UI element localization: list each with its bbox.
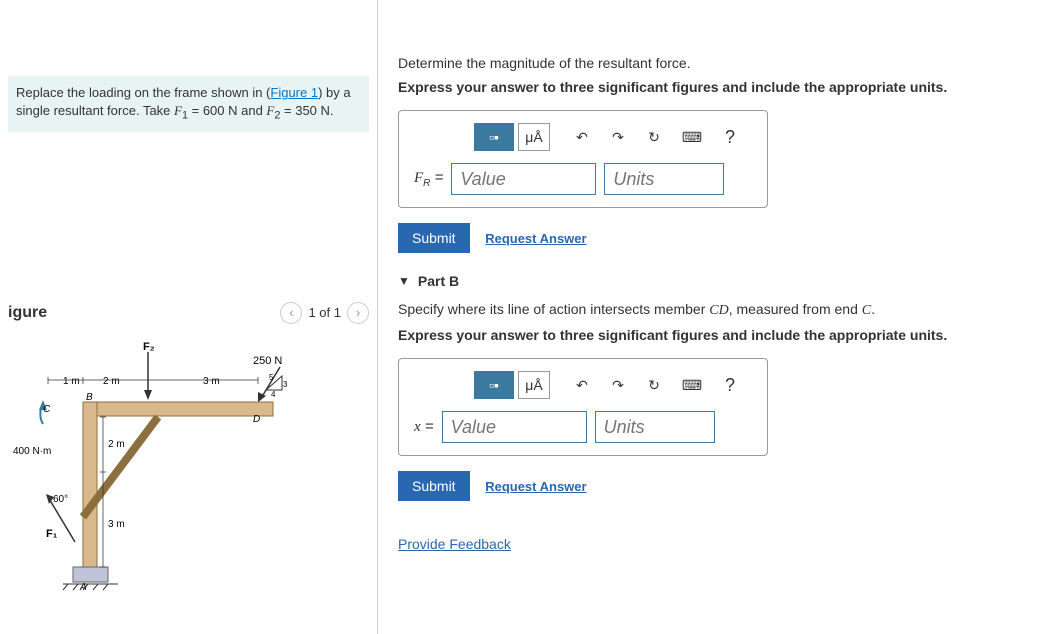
part-a-submit-button[interactable]: Submit xyxy=(398,223,470,253)
part-a-instructions: Express your answer to three significant… xyxy=(398,79,1023,95)
part-a-question: Determine the magnitude of the resultant… xyxy=(398,55,1023,71)
part-a-request-answer-link[interactable]: Request Answer xyxy=(485,231,586,246)
provide-feedback-link[interactable]: Provide Feedback xyxy=(398,536,511,552)
svg-text:3: 3 xyxy=(283,380,288,389)
part-a-answer-box: ▫▪ μÅ ↶ ↷ ↻ ⌨ ? FR = xyxy=(398,110,768,208)
part-b-request-answer-link[interactable]: Request Answer xyxy=(485,479,586,494)
figure-pager-text: 1 of 1 xyxy=(308,305,341,320)
part-a-units-input[interactable] xyxy=(604,163,724,195)
templates-button[interactable]: ▫▪ xyxy=(474,123,514,151)
undo-button-b[interactable]: ↶ xyxy=(566,371,598,399)
figure-diagram: F₂ 250 N 1 m 2 m 3 m 2 m 3 m 400 N·m 60°… xyxy=(8,342,369,595)
figure-prev-button[interactable]: ‹ xyxy=(280,302,302,324)
svg-text:B: B xyxy=(86,392,93,403)
part-b-header[interactable]: ▼ Part B xyxy=(398,273,1023,289)
svg-text:60°: 60° xyxy=(53,494,68,505)
reset-button[interactable]: ↻ xyxy=(638,123,670,151)
part-b-submit-button[interactable]: Submit xyxy=(398,471,470,501)
svg-text:5: 5 xyxy=(269,373,274,382)
problem-statement: Replace the loading on the frame shown i… xyxy=(8,76,369,132)
part-b-instructions: Express your answer to three significant… xyxy=(398,327,1023,343)
part-b-units-input[interactable] xyxy=(595,411,715,443)
undo-button[interactable]: ↶ xyxy=(566,123,598,151)
svg-text:3 m: 3 m xyxy=(108,519,125,530)
svg-text:A: A xyxy=(79,582,87,592)
units-button[interactable]: μÅ xyxy=(518,123,550,151)
reset-button-b[interactable]: ↻ xyxy=(638,371,670,399)
svg-text:D: D xyxy=(253,414,260,425)
part-a-value-input[interactable] xyxy=(451,163,596,195)
svg-text:2 m: 2 m xyxy=(103,376,120,387)
svg-text:3 m: 3 m xyxy=(203,376,220,387)
part-b-answer-box: ▫▪ μÅ ↶ ↷ ↻ ⌨ ? x = xyxy=(398,358,768,456)
part-b-question: Specify where its line of action interse… xyxy=(398,301,1023,319)
templates-button-b[interactable]: ▫▪ xyxy=(474,371,514,399)
collapse-icon: ▼ xyxy=(398,274,410,288)
svg-text:F₂: F₂ xyxy=(143,342,155,353)
svg-text:2 m: 2 m xyxy=(108,439,125,450)
svg-text:F₁: F₁ xyxy=(46,528,58,540)
keyboard-button[interactable]: ⌨ xyxy=(674,123,710,151)
units-button-b[interactable]: μÅ xyxy=(518,371,550,399)
svg-text:C: C xyxy=(43,404,51,415)
redo-button-b[interactable]: ↷ xyxy=(602,371,634,399)
help-button-b[interactable]: ? xyxy=(714,371,746,399)
svg-text:400 N·m: 400 N·m xyxy=(13,446,51,457)
svg-text:1 m: 1 m xyxy=(63,376,80,387)
figure-title: igure xyxy=(8,304,47,322)
svg-text:4: 4 xyxy=(271,390,276,399)
keyboard-button-b[interactable]: ⌨ xyxy=(674,371,710,399)
part-b-var-label: x = xyxy=(414,418,434,436)
figure-link[interactable]: Figure 1 xyxy=(270,85,318,100)
help-button[interactable]: ? xyxy=(714,123,746,151)
part-a-var-label: FR = xyxy=(414,169,443,189)
redo-button[interactable]: ↷ xyxy=(602,123,634,151)
svg-text:250 N: 250 N xyxy=(253,355,282,367)
part-b-value-input[interactable] xyxy=(442,411,587,443)
figure-next-button[interactable]: › xyxy=(347,302,369,324)
